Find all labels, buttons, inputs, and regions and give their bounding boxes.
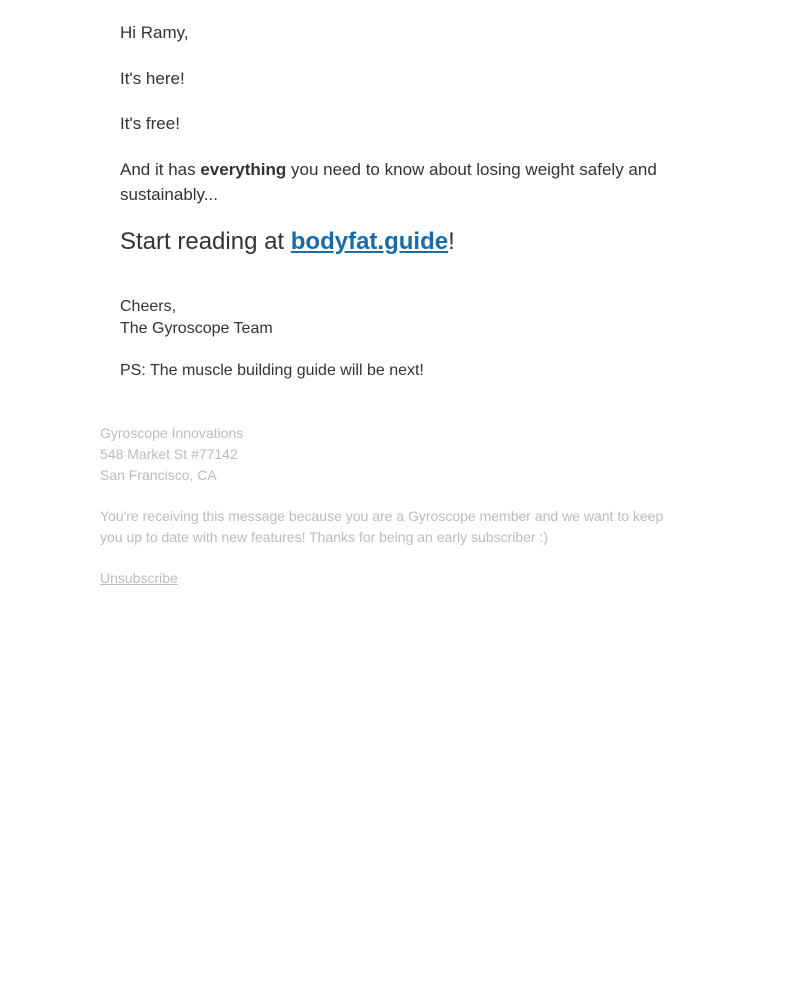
body-line-3-prefix: And it has <box>120 160 200 179</box>
cta-suffix: ! <box>448 228 455 255</box>
email-container: Hi Ramy, It's here! It's free! And it ha… <box>100 20 700 589</box>
ps-text: PS: The muscle building guide will be ne… <box>120 360 680 382</box>
footer-company: Gyroscope Innovations <box>100 423 680 444</box>
body-line-3: And it has everything you need to know a… <box>120 157 680 208</box>
cta-heading: Start reading at bodyfat.guide! <box>120 228 680 256</box>
signoff-block: Cheers, The Gyroscope Team <box>120 296 680 341</box>
footer-info: You're receiving this message because yo… <box>100 506 680 548</box>
footer-address: Gyroscope Innovations 548 Market St #771… <box>100 423 680 486</box>
footer-address-line-2: San Francisco, CA <box>100 465 680 486</box>
signoff-line-1: Cheers, <box>120 296 680 318</box>
body-line-3-bold: everything <box>200 160 286 179</box>
signoff-line-2: The Gyroscope Team <box>120 318 680 340</box>
unsubscribe-link[interactable]: Unsubscribe <box>100 570 178 586</box>
cta-prefix: Start reading at <box>120 228 291 255</box>
email-footer: Gyroscope Innovations 548 Market St #771… <box>100 423 680 589</box>
body-line-1: It's here! <box>120 66 680 92</box>
body-line-2: It's free! <box>120 111 680 137</box>
email-content: Hi Ramy, It's here! It's free! And it ha… <box>120 20 680 423</box>
footer-address-line-1: 548 Market St #77142 <box>100 444 680 465</box>
cta-link[interactable]: bodyfat.guide <box>291 228 448 255</box>
greeting-text: Hi Ramy, <box>120 20 680 46</box>
